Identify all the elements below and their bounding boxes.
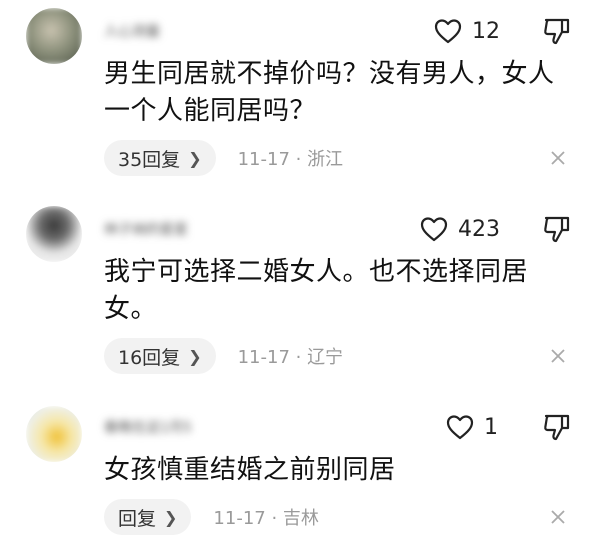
timestamp-location: 11-17 · 吉林: [213, 508, 319, 529]
chevron-right-icon: ❯: [188, 346, 202, 366]
like-count: 1: [484, 414, 498, 440]
reply-label: 16回复: [118, 346, 181, 369]
thumbs-down-icon[interactable]: [542, 214, 572, 244]
like-button[interactable]: 423: [420, 213, 500, 245]
view-replies-button[interactable]: 35回复 ❯: [104, 140, 216, 176]
username[interactable]: 春晚在这1月5: [104, 416, 234, 440]
thumbs-down-icon[interactable]: [542, 412, 572, 442]
like-button[interactable]: 12: [434, 15, 500, 47]
comment-item: 林子纳的星星 423 我宁可选择二婚女人。也不选择同居女。 16回复 ❯ 11-…: [0, 200, 600, 390]
timestamp-location: 11-17 · 辽宁: [237, 347, 344, 368]
close-icon[interactable]: [550, 348, 566, 364]
timestamp-location: 11-17 · 浙江: [237, 149, 344, 170]
reply-button[interactable]: 回复 ❯: [104, 499, 192, 535]
heart-outline-icon: [420, 217, 448, 242]
comment-item: 春晚在这1月5 1 女孩慎重结婚之前别同居 回复 ❯ 11-17 · 吉林: [0, 398, 600, 535]
reply-label: 35回复: [118, 148, 181, 171]
heart-outline-icon: [434, 19, 462, 44]
comment-text: 女孩慎重结婚之前别同居: [104, 455, 396, 485]
like-count: 423: [458, 216, 500, 242]
close-icon[interactable]: [550, 509, 566, 525]
avatar[interactable]: [26, 406, 82, 462]
thumbs-down-icon[interactable]: [542, 16, 572, 46]
like-button[interactable]: 1: [446, 411, 498, 443]
chevron-right-icon: ❯: [164, 507, 178, 527]
username[interactable]: 人心测量: [104, 20, 234, 44]
comment-meta: 35回复 ❯ 11-17 · 浙江: [104, 140, 343, 176]
comment-meta: 16回复 ❯ 11-17 · 辽宁: [104, 338, 343, 374]
chevron-right-icon: ❯: [188, 148, 202, 168]
username[interactable]: 林子纳的星星: [104, 218, 234, 242]
comment-meta: 回复 ❯ 11-17 · 吉林: [104, 499, 319, 535]
avatar[interactable]: [26, 8, 82, 64]
heart-outline-icon: [446, 415, 474, 440]
like-count: 12: [472, 18, 500, 44]
reply-label: 回复: [118, 507, 157, 530]
comment-text: 男生同居就不掉价吗？没有男人，女人一个人能同居吗？: [104, 59, 555, 126]
avatar[interactable]: [26, 206, 82, 262]
view-replies-button[interactable]: 16回复 ❯: [104, 338, 216, 374]
close-icon[interactable]: [550, 150, 566, 166]
comment-text: 我宁可选择二婚女人。也不选择同居女。: [104, 257, 529, 324]
comment-item: 人心测量 12 男生同居就不掉价吗？没有男人，女人一个人能同居吗？ 35回复 ❯…: [0, 0, 600, 190]
